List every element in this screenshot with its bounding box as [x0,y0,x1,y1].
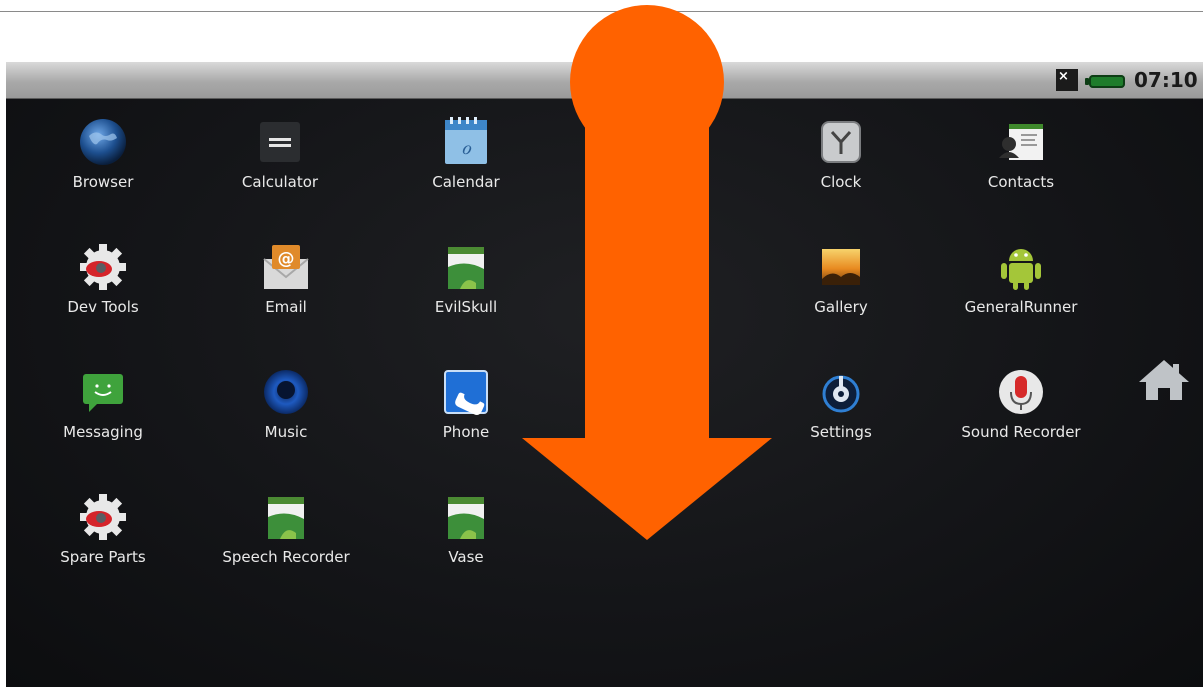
notification-close-icon[interactable]: × [1056,69,1078,91]
svg-text:ℴ: ℴ [461,135,472,160]
app-label: Messaging [63,423,143,441]
globe-icon [80,119,126,165]
android-screen: × 07:10 Browser Calculator ℴ Calendar Cl… [6,62,1203,687]
battery-icon [1085,75,1125,88]
app-label: Music [264,423,308,441]
app-label: Browser [72,173,134,191]
app-label: Dev Tools [67,298,139,316]
app-generalrunner[interactable]: GeneralRunner [941,239,1101,349]
app-contacts[interactable]: Contacts [941,114,1101,224]
clock-icon [821,121,861,163]
app-music[interactable]: Music [206,364,366,474]
app-label: Gallery [814,298,868,316]
gear-icon [80,494,126,540]
android-app-icon [268,497,304,539]
app-label: Sound Recorder [961,423,1081,441]
email-icon: @ [263,245,309,289]
top-divider [0,11,1203,12]
status-time: 07:10 [1134,68,1198,92]
app-label: Clock [820,173,862,191]
app-vase[interactable]: Vase [386,489,546,599]
phone-icon [444,370,488,415]
calendar-icon: ℴ [445,117,487,164]
gear-icon [80,244,126,290]
android-app-icon [448,497,484,539]
message-icon [83,374,123,412]
svg-text:@: @ [278,249,295,269]
app-label: Contacts [987,173,1055,191]
app-label: Calendar [432,173,500,191]
app-label: Settings [810,423,872,441]
calculator-icon [260,122,300,162]
gallery-icon [822,249,860,285]
app-label: Vase [448,548,484,566]
app-clock[interactable]: Clock [761,114,921,224]
app-label: Speech Recorder [222,548,350,566]
app-label: Phone [442,423,490,441]
app-label: GeneralRunner [964,298,1078,316]
app-label: Calculator [241,173,319,191]
app-evilskull[interactable]: EvilSkull [386,239,546,349]
home-icon[interactable] [1137,358,1191,402]
app-settings[interactable]: Settings [761,364,921,474]
app-email[interactable]: @ Email [206,239,366,349]
contacts-icon [999,124,1043,160]
status-bar[interactable]: × 07:10 [6,62,1203,99]
app-speech-recorder[interactable]: Speech Recorder [206,489,366,599]
app-phone[interactable]: Phone [386,364,546,474]
music-icon [264,370,308,414]
app-dev-tools[interactable]: Dev Tools [23,239,183,349]
android-robot-icon [1001,249,1041,290]
microphone-icon [999,370,1043,414]
app-gallery[interactable]: Gallery [761,239,921,349]
app-messaging[interactable]: Messaging [23,364,183,474]
app-browser[interactable]: Browser [23,114,183,224]
app-calculator[interactable]: Calculator [200,114,360,224]
app-label: EvilSkull [434,298,498,316]
app-sound-recorder[interactable]: Sound Recorder [941,364,1101,474]
android-app-icon [448,247,484,289]
app-spare-parts[interactable]: Spare Parts [23,489,183,599]
app-calendar[interactable]: ℴ Calendar [386,114,546,224]
app-label: Spare Parts [60,548,146,566]
settings-icon [822,375,860,413]
app-label: Email [265,298,307,316]
